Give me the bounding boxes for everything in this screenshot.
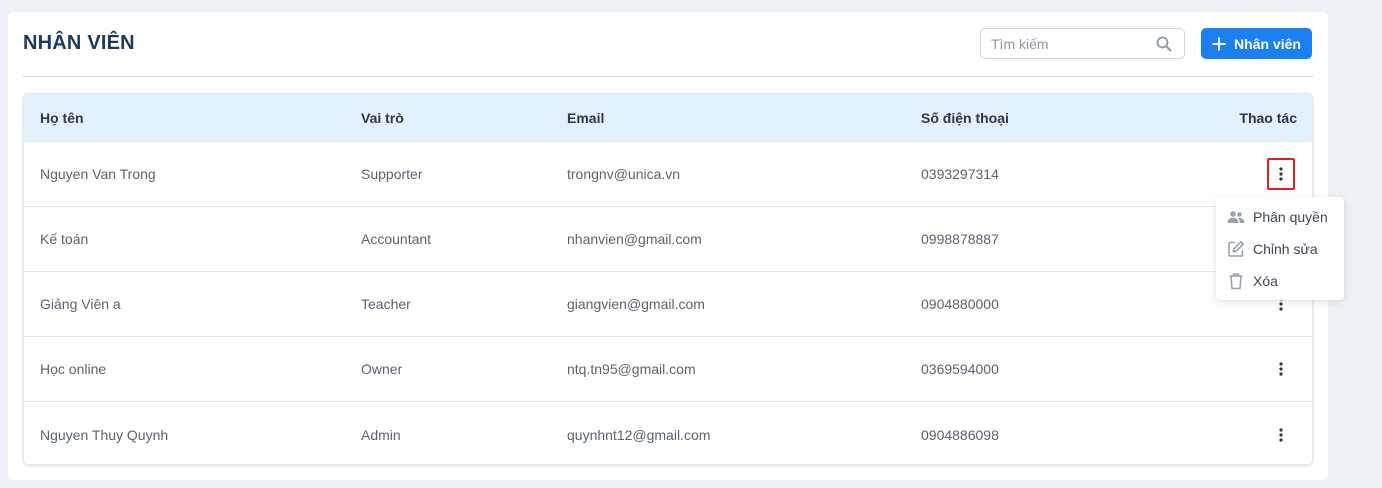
more-vertical-icon	[1279, 167, 1283, 181]
table-row: Kế toán Accountant nhanvien@gmail.com 09…	[24, 207, 1312, 272]
add-employee-button[interactable]: Nhân viên	[1201, 28, 1312, 59]
menu-item-delete[interactable]: Xóa	[1216, 265, 1344, 297]
column-header-role: Vai trò	[361, 109, 404, 126]
table-row: Học online Owner ntq.tn95@gmail.com 0369…	[24, 337, 1312, 402]
more-vertical-icon	[1279, 427, 1283, 442]
cell-phone: 0369594000	[921, 361, 999, 377]
people-icon	[1227, 211, 1245, 223]
edit-icon	[1228, 241, 1244, 257]
column-header-name: Họ tên	[40, 109, 84, 126]
cell-phone: 0998878887	[921, 231, 999, 247]
menu-item-label: Chỉnh sửa	[1253, 241, 1318, 257]
row-actions-button[interactable]	[1267, 158, 1295, 190]
table-row: Nguyen Van Trong Supporter trongnv@unica…	[24, 142, 1312, 207]
menu-item-label: Xóa	[1253, 273, 1278, 289]
cell-email: giangvien@gmail.com	[567, 296, 705, 312]
cell-phone: 0904886098	[921, 426, 999, 443]
row-actions-button[interactable]	[1267, 419, 1295, 451]
column-header-email: Email	[567, 109, 605, 126]
row-actions-menu: Phân quyền Chỉnh sửa Xóa	[1216, 197, 1344, 300]
cell-name: Giảng Viên a	[40, 296, 121, 312]
cell-role: Admin	[361, 426, 401, 443]
column-header-phone: Số điện thoại	[921, 109, 1009, 126]
cell-role: Teacher	[361, 296, 411, 312]
search-icon[interactable]	[1156, 36, 1172, 52]
cell-role: Owner	[361, 361, 403, 377]
employee-table: Họ tên Vai trò Email Số điện thoại Thao …	[23, 93, 1313, 465]
cell-phone: 0904880000	[921, 296, 999, 312]
menu-item-permissions[interactable]: Phân quyền	[1216, 201, 1344, 233]
cell-role: Supporter	[361, 166, 423, 182]
cell-name: Kế toán	[40, 231, 89, 247]
cell-email: trongnv@unica.vn	[567, 166, 681, 182]
menu-item-edit[interactable]: Chỉnh sửa	[1216, 233, 1344, 265]
more-vertical-icon	[1279, 362, 1283, 376]
table-row: Giảng Viên a Teacher giangvien@gmail.com…	[24, 272, 1312, 337]
search-box	[980, 28, 1185, 59]
table-header: Họ tên Vai trò Email Số điện thoại Thao …	[24, 94, 1312, 142]
cell-email: quynhnt12@gmail.com	[567, 426, 711, 443]
plus-icon	[1212, 37, 1226, 50]
employee-panel: NHÂN VIÊN Nhân viên Họ tên Vai trò Email…	[8, 12, 1328, 480]
cell-name: Nguyen Van Trong	[40, 166, 156, 182]
row-actions-button[interactable]	[1267, 353, 1295, 385]
add-employee-label: Nhân viên	[1234, 35, 1301, 52]
header-divider	[23, 76, 1313, 77]
cell-name: Học online	[40, 361, 107, 377]
cell-role: Accountant	[361, 231, 432, 247]
cell-name: Nguyen Thuy Quynh	[40, 426, 169, 443]
cell-phone: 0393297314	[921, 166, 999, 182]
cell-email: ntq.tn95@gmail.com	[567, 361, 696, 377]
trash-icon	[1229, 273, 1243, 290]
page-title: NHÂN VIÊN	[23, 32, 135, 54]
table-row: Nguyen Thuy Quynh Admin quynhnt12@gmail.…	[24, 402, 1312, 464]
cell-email: nhanvien@gmail.com	[567, 231, 702, 247]
column-header-actions: Thao tác	[1239, 109, 1297, 126]
search-input[interactable]	[981, 29, 1146, 58]
menu-item-label: Phân quyền	[1253, 209, 1328, 225]
